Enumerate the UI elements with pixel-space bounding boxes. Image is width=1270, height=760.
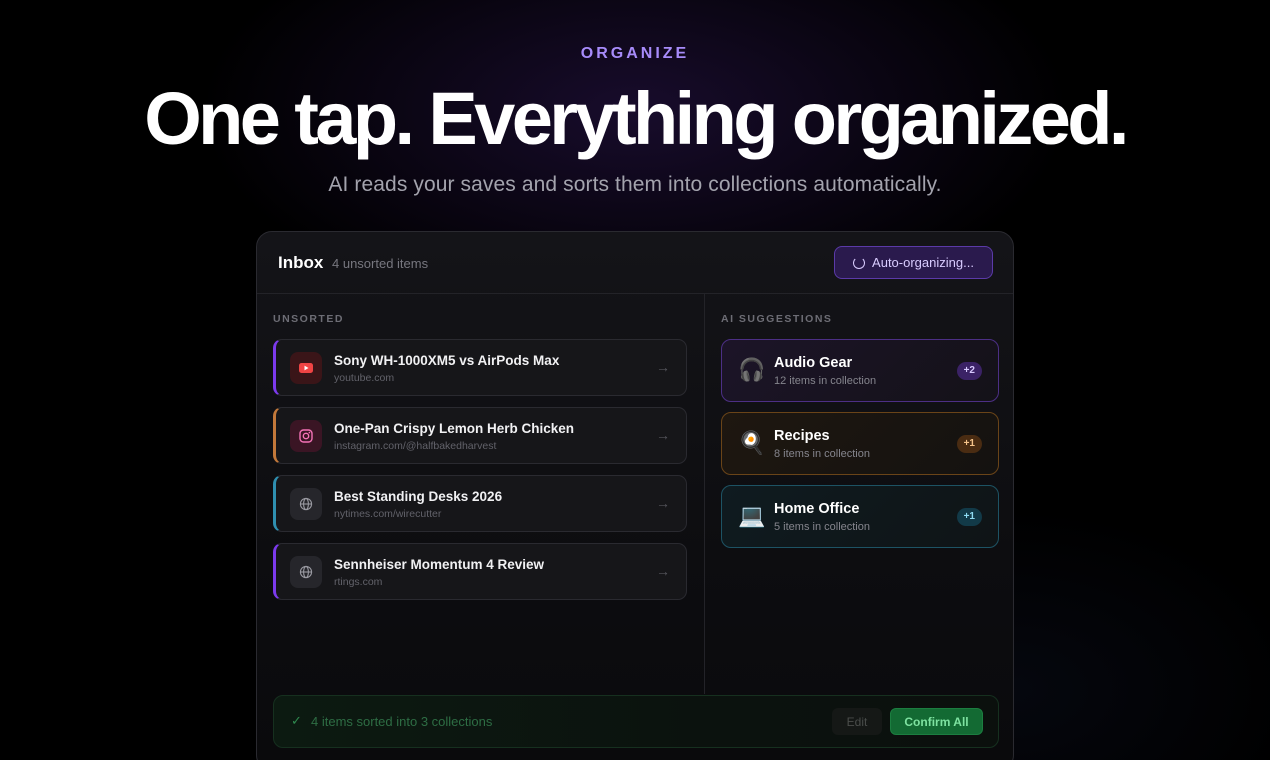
youtube-icon bbox=[290, 352, 322, 384]
item-url: nytimes.com/wirecutter bbox=[334, 508, 442, 520]
count-badge: +1 bbox=[956, 508, 982, 526]
suggestion-subtitle: 12 items in collection bbox=[774, 375, 877, 387]
frying-pan-icon: 🍳 bbox=[738, 430, 766, 455]
arrow-right-icon: → bbox=[656, 427, 670, 443]
unsorted-label: UNSORTED bbox=[273, 313, 344, 325]
arrow-right-icon: → bbox=[656, 563, 670, 579]
suggestion-home-office[interactable]: 💻 Home Office 5 items in collection +1 bbox=[721, 485, 999, 548]
item-title: Best Standing Desks 2026 bbox=[334, 489, 503, 504]
suggestion-title: Home Office bbox=[774, 501, 860, 517]
checkmark-icon: ✓ bbox=[291, 713, 302, 728]
list-item[interactable]: Sony WH-1000XM5 vs AirPods Max youtube.c… bbox=[273, 339, 687, 396]
suggestion-title: Audio Gear bbox=[774, 355, 853, 371]
suggestion-audio-gear[interactable]: 🎧 Audio Gear 12 items in collection +2 bbox=[721, 339, 999, 402]
spinner-icon bbox=[853, 256, 866, 269]
item-title: Sennheiser Momentum 4 Review bbox=[334, 557, 545, 572]
count-badge: +2 bbox=[956, 362, 982, 380]
arrow-right-icon: → bbox=[656, 359, 670, 375]
inbox-count: 4 unsorted items bbox=[332, 256, 429, 271]
laptop-icon: 💻 bbox=[738, 503, 766, 528]
hero-subhead: AI reads your saves and sorts them into … bbox=[328, 173, 942, 196]
suggestion-subtitle: 8 items in collection bbox=[774, 448, 870, 460]
inbox-header: Inbox 4 unsorted items Auto-organizing..… bbox=[257, 232, 1013, 294]
item-title: One-Pan Crispy Lemon Herb Chicken bbox=[334, 421, 575, 436]
hero-headline: One tap. Everything organized. bbox=[144, 77, 1129, 160]
list-item[interactable]: One-Pan Crispy Lemon Herb Chicken instag… bbox=[273, 407, 687, 464]
list-item[interactable]: Best Standing Desks 2026 nytimes.com/wir… bbox=[273, 475, 687, 532]
eyebrow-label: ORGANIZE bbox=[580, 45, 690, 62]
edit-button[interactable]: Edit bbox=[832, 708, 882, 735]
auto-organize-label: Auto-organizing... bbox=[872, 255, 974, 270]
list-item[interactable]: Sennheiser Momentum 4 Review rtings.com … bbox=[273, 543, 687, 600]
suggestion-recipes[interactable]: 🍳 Recipes 8 items in collection +1 bbox=[721, 412, 999, 475]
suggestion-title: Recipes bbox=[774, 428, 830, 444]
inbox-panel: Inbox 4 unsorted items Auto-organizing..… bbox=[256, 231, 1014, 760]
confirmation-bar: ✓ 4 items sorted into 3 collections Edit… bbox=[273, 695, 999, 748]
instagram-icon bbox=[290, 420, 322, 452]
inbox-title: Inbox bbox=[278, 253, 324, 272]
auto-organize-button[interactable]: Auto-organizing... bbox=[834, 246, 993, 279]
globe-icon bbox=[290, 488, 322, 520]
count-badge: +1 bbox=[956, 435, 982, 453]
headphones-icon: 🎧 bbox=[738, 357, 766, 382]
item-url: rtings.com bbox=[334, 576, 383, 588]
item-url: youtube.com bbox=[334, 372, 395, 384]
confirm-all-button[interactable]: Confirm All bbox=[890, 708, 983, 735]
column-divider bbox=[704, 294, 705, 694]
item-url: instagram.com/@halfbakedharvest bbox=[334, 440, 497, 452]
sorted-status: 4 items sorted into 3 collections bbox=[311, 714, 493, 729]
globe-icon bbox=[290, 556, 322, 588]
suggestion-subtitle: 5 items in collection bbox=[774, 521, 870, 533]
ai-suggestions-label: AI SUGGESTIONS bbox=[721, 313, 833, 325]
arrow-right-icon: → bbox=[656, 495, 670, 511]
item-title: Sony WH-1000XM5 vs AirPods Max bbox=[334, 353, 560, 368]
